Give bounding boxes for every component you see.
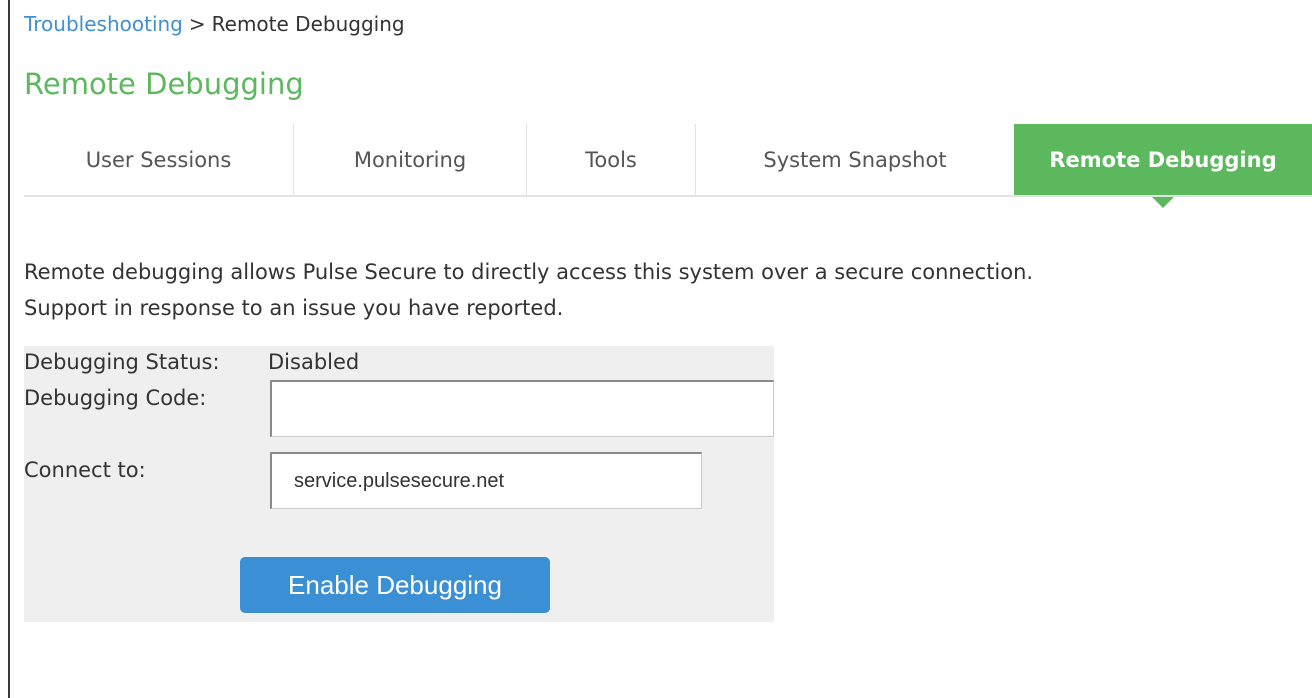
breadcrumb-link-troubleshooting[interactable]: Troubleshooting xyxy=(24,12,183,36)
description-line-1: Remote debugging allows Pulse Secure to … xyxy=(24,260,1034,284)
debugging-code-label: Debugging Code: xyxy=(24,386,207,410)
description-line-2: Support in response to an issue you have… xyxy=(24,296,564,320)
tab-remote-debugging[interactable]: Remote Debugging xyxy=(1014,124,1312,208)
debugging-form-panel: Debugging Status: Disabled Debugging Cod… xyxy=(24,346,774,622)
breadcrumb-separator: > xyxy=(188,12,206,36)
tab-bar-underline xyxy=(24,195,1312,197)
description: Remote debugging allows Pulse Secure to … xyxy=(24,254,1033,326)
breadcrumb: Troubleshooting > Remote Debugging xyxy=(24,12,405,36)
page-title: Remote Debugging xyxy=(24,67,304,101)
breadcrumb-current: Remote Debugging xyxy=(211,12,405,36)
tab-monitoring[interactable]: Monitoring xyxy=(294,124,527,196)
debugging-status-label: Debugging Status: xyxy=(24,350,220,374)
tab-user-sessions[interactable]: User Sessions xyxy=(24,124,294,196)
tab-system-snapshot[interactable]: System Snapshot xyxy=(696,124,1014,196)
tab-tools[interactable]: Tools xyxy=(527,124,696,196)
connect-to-label: Connect to: xyxy=(24,458,146,482)
tab-bar: User Sessions Monitoring Tools System Sn… xyxy=(24,124,1312,208)
connect-to-input[interactable] xyxy=(270,452,702,509)
enable-debugging-button[interactable]: Enable Debugging xyxy=(240,557,550,613)
debugging-status-value: Disabled xyxy=(268,350,360,374)
debugging-code-input[interactable] xyxy=(270,380,774,437)
